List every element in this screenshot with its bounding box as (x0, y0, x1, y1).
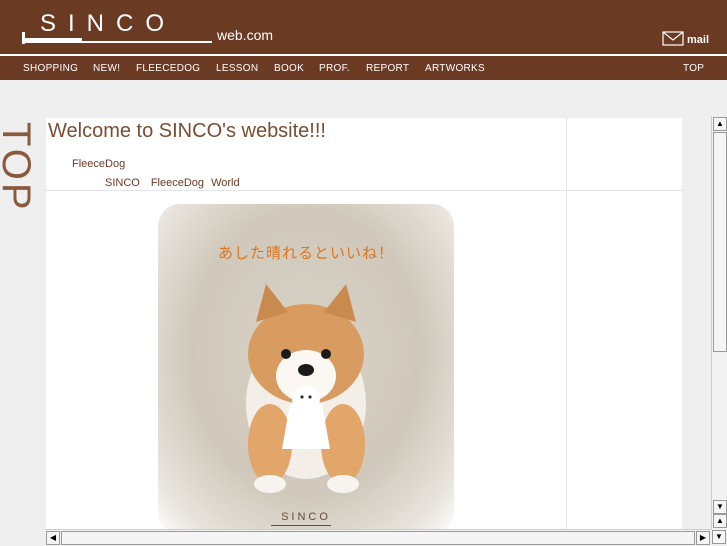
right-column-divider (567, 190, 682, 191)
site-header: SINCO web.com mail SHOPPING NEW! FLEECED… (0, 0, 727, 80)
scroll-right-arrow: ▶ (699, 533, 707, 542)
scroll-left-arrow: ◀ (49, 533, 57, 542)
domain-suffix: web.com (217, 27, 274, 43)
horizontal-scroll-thumb[interactable] (61, 531, 695, 545)
right-column (566, 118, 682, 532)
main-nav: SHOPPING NEW! FLEECEDOG LESSON BOOK PROF… (0, 58, 727, 80)
nav-top[interactable]: TOP (683, 63, 704, 74)
nav-artworks[interactable]: ARTWORKS (425, 63, 485, 74)
nav-fleecedog[interactable]: FLEECEDOG (136, 63, 200, 74)
nav-book[interactable]: BOOK (274, 63, 304, 74)
vertical-scrollbar[interactable]: ▲ ▼ ▲ (711, 116, 727, 529)
vertical-scroll-thumb[interactable] (713, 132, 727, 352)
content-divider (46, 190, 566, 191)
scroll-up-button-2[interactable]: ▲ (713, 514, 727, 528)
site-logo[interactable]: SINCO (22, 6, 222, 46)
photo-logo: SINCO (271, 511, 341, 526)
main-content: Welcome to SINCO's website!!! FleeceDog … (46, 118, 566, 532)
side-title-text: TOP (0, 122, 38, 213)
scroll-right-button[interactable]: ▶ (696, 531, 710, 545)
scroll-up-button[interactable]: ▲ (713, 117, 727, 131)
mail-label: mail (687, 34, 710, 46)
scroll-down-button[interactable]: ▼ (713, 500, 727, 514)
nav-shopping[interactable]: SHOPPING (23, 63, 78, 74)
nav-divider (0, 54, 727, 56)
nav-prof[interactable]: PROF. (319, 63, 350, 74)
logo-text: SINCO (40, 10, 177, 37)
scroll-left-button[interactable]: ◀ (46, 531, 60, 545)
fleece-dog-figure (246, 284, 366, 493)
page-title: Welcome to SINCO's website!!! (48, 120, 326, 142)
horizontal-scrollbar[interactable]: ◀ ▶ (45, 529, 711, 546)
side-page-title: TOP (0, 120, 42, 220)
scroll-down-corner-button[interactable]: ▼ (712, 530, 726, 544)
nav-lesson[interactable]: LESSON (216, 63, 258, 74)
subtitle-fleecedog: FleeceDog (72, 158, 126, 170)
scroll-up-arrow: ▲ (716, 119, 724, 128)
scroll-down-arrow: ▼ (716, 502, 724, 511)
subtitle-world: SINCO FleeceDog World (105, 177, 240, 189)
mail-icon (662, 31, 684, 46)
hero-photo: あした晴れるといいね！ SINCO (158, 204, 454, 532)
nav-report[interactable]: REPORT (366, 63, 409, 74)
nav-new[interactable]: NEW! (93, 63, 120, 74)
photo-logo-line (271, 525, 331, 526)
photo-logo-text: SINCO (281, 511, 331, 523)
scroll-up-arrow: ▲ (716, 516, 724, 525)
logo-underline (22, 41, 212, 43)
scroll-down-arrow: ▼ (715, 532, 723, 541)
